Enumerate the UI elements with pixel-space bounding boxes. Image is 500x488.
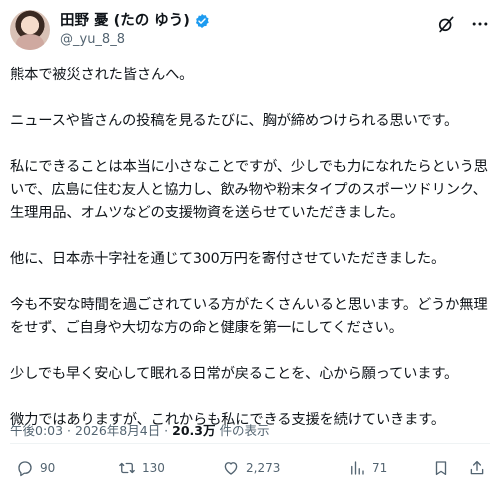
post-header: 田野 憂 (たの ゆう) @_yu_8_8	[10, 10, 490, 54]
like-button[interactable]: 2,273	[222, 459, 280, 477]
post-paragraph: 今も不安な時間を過ごされている方がたくさんいると思います。どうか無理をせず、ご自…	[10, 297, 488, 336]
post-paragraph: 熊本で被災された皆さんへ。	[10, 67, 194, 83]
post-timestamp[interactable]: 午後0:03 · 2026年8月4日 ·	[10, 423, 172, 438]
views-label: 件の表示	[215, 423, 270, 438]
grok-icon[interactable]	[436, 14, 456, 34]
verified-badge-icon[interactable]	[194, 13, 210, 29]
post-body: 熊本で被災された皆さんへ。 ニュースや皆さんの投稿を見るたびに、胸が締めつけられ…	[10, 64, 492, 455]
views-icon	[351, 461, 364, 475]
more-icon[interactable]	[470, 14, 490, 34]
post-meta: 午後0:03 · 2026年8月4日 · 20.3万 件の表示	[10, 420, 269, 439]
header-actions	[436, 14, 490, 34]
repost-icon	[119, 462, 135, 474]
bookmark-icon	[435, 461, 447, 476]
share-button[interactable]	[468, 459, 492, 477]
bookmark-button[interactable]	[432, 459, 456, 477]
post-paragraph: 私にできることは本当に小さなことですが、少しでも力になれたらという思いで、広島に…	[10, 159, 488, 221]
post-paragraph: ニュースや皆さんの投稿を見るたびに、胸が締めつけられる思いです。	[10, 113, 459, 129]
reply-count: 90	[40, 461, 56, 475]
post-paragraph: 少しでも早く安心して眠れる日常が戻ることを、心から願っています。	[10, 366, 459, 382]
action-bar: 90 130 2,273 71	[16, 459, 490, 479]
reply-button[interactable]: 90	[16, 459, 55, 477]
author-handle[interactable]: @_yu_8_8	[60, 32, 125, 48]
repost-count: 130	[142, 461, 165, 475]
views-button[interactable]: 71	[348, 459, 387, 477]
share-icon	[470, 460, 484, 475]
views-stat: 71	[372, 461, 388, 475]
post-paragraph: 他に、日本赤十字社を通じて300万円を寄付させていただきました。	[10, 251, 446, 267]
like-count: 2,273	[246, 461, 281, 475]
avatar[interactable]	[10, 10, 50, 50]
author-name-row: 田野 憂 (たの ゆう)	[60, 12, 210, 30]
reply-icon	[18, 461, 32, 477]
repost-button[interactable]: 130	[118, 459, 165, 477]
divider	[10, 443, 490, 444]
like-icon	[224, 462, 238, 475]
views-count: 20.3万	[172, 423, 216, 438]
display-name[interactable]: 田野 憂 (たの ゆう)	[60, 12, 190, 30]
